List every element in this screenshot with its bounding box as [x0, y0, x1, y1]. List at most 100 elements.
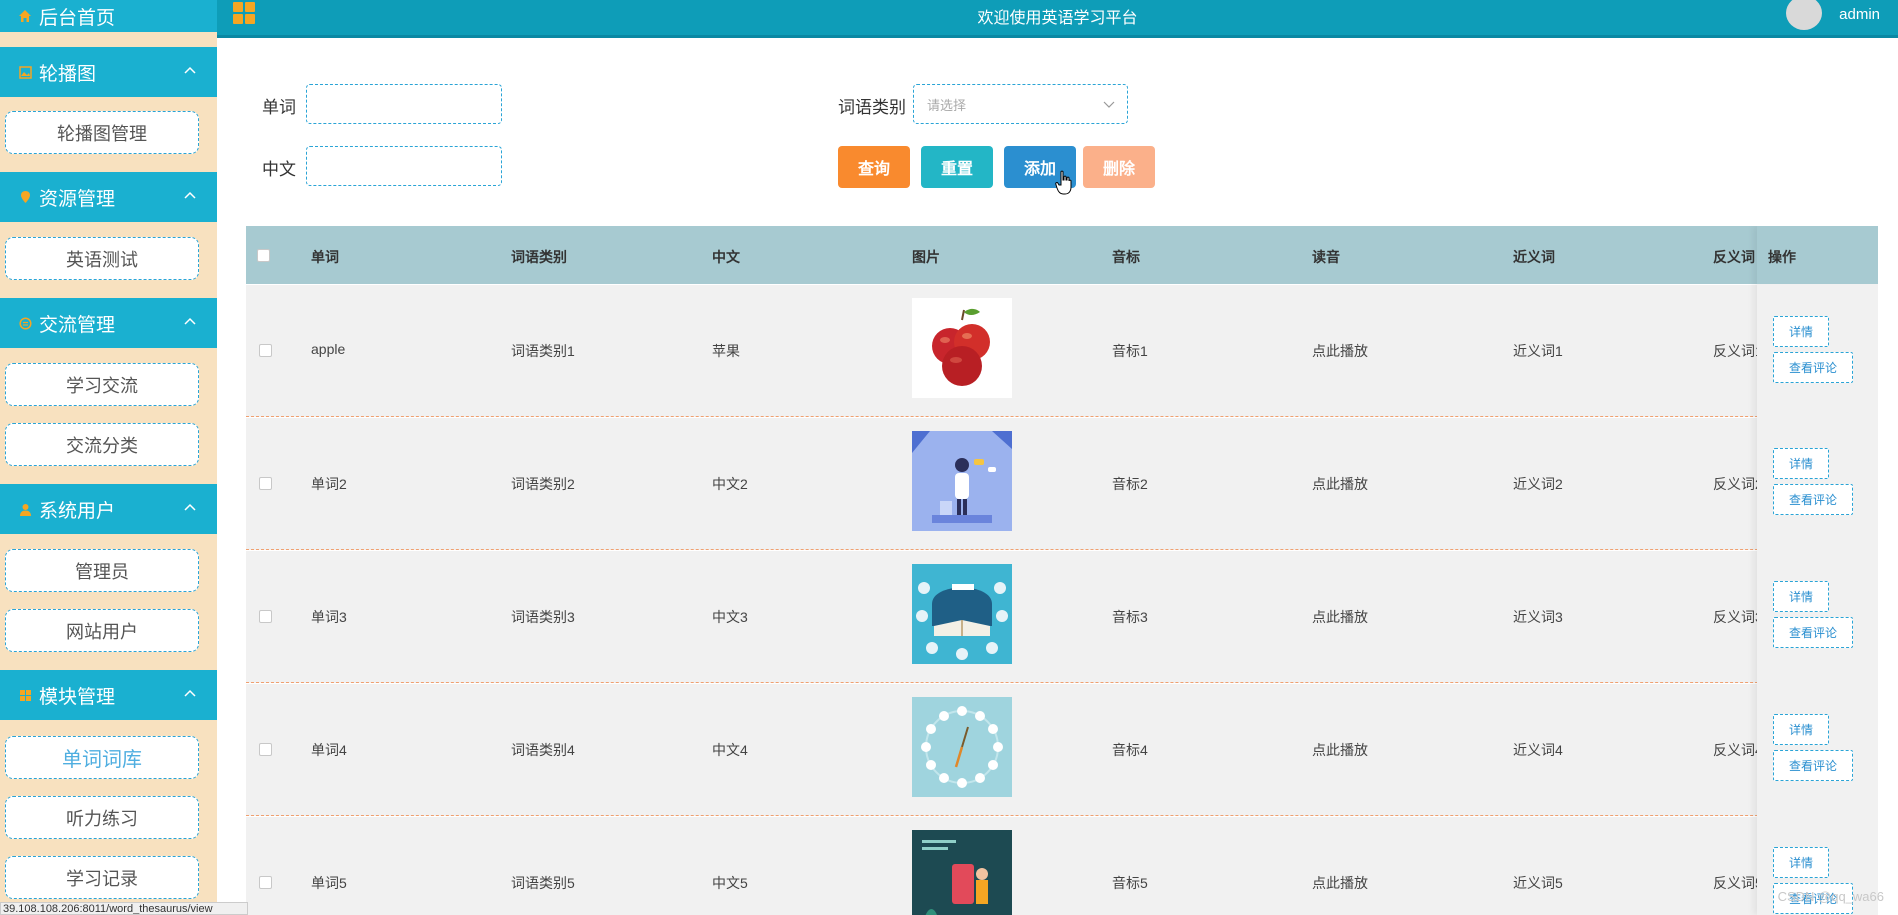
sidebar-item-word-library[interactable]: 单词词库	[5, 736, 199, 779]
sidebar-group-label: 轮播图	[39, 63, 97, 85]
cell-antonym: 反义词1	[1713, 343, 1763, 359]
cell-audio-link[interactable]: 点此播放	[1312, 740, 1368, 760]
sidebar-group-label: 系统用户	[39, 500, 116, 522]
col-synonym: 近义词	[1513, 249, 1555, 265]
category-select[interactable]: 请选择	[913, 84, 1128, 124]
sidebar-group-resources[interactable]: 资源管理	[0, 172, 217, 222]
cell-word: 单词2	[311, 476, 347, 492]
grid-icon	[18, 688, 32, 702]
cell-chinese: 中文5	[712, 875, 748, 891]
col-operations: 操作	[1768, 249, 1796, 265]
cell-chinese: 中文4	[712, 742, 748, 758]
browser-status-url: 39.108.108.206:8011/word_thesaurus/view	[0, 902, 248, 915]
cell-antonym: 反义词3	[1713, 609, 1763, 625]
word-label: 单词	[262, 98, 296, 117]
col-audio: 读音	[1312, 249, 1340, 265]
cell-chinese: 中文3	[712, 609, 748, 625]
cell-synonym: 近义词5	[1513, 875, 1563, 891]
select-all-checkbox[interactable]	[257, 249, 270, 262]
col-chinese: 中文	[712, 249, 740, 265]
sidebar-group-system-users[interactable]: 系统用户	[0, 484, 217, 534]
reset-button[interactable]: 重置	[921, 146, 993, 188]
sidebar-item-listening[interactable]: 听力练习	[5, 796, 199, 839]
delete-button[interactable]: 删除	[1083, 146, 1155, 188]
sidebar-group-communication[interactable]: 交流管理	[0, 298, 217, 348]
cell-word: 单词3	[311, 609, 347, 625]
col-antonym: 反义词	[1713, 249, 1755, 265]
cell-synonym: 近义词3	[1513, 609, 1563, 625]
col-word: 单词	[311, 249, 339, 265]
cell-audio-link[interactable]: 点此播放	[1312, 341, 1368, 361]
sidebar-item-carousel-manage[interactable]: 轮播图管理	[5, 111, 199, 154]
chevron-up-icon	[184, 689, 196, 697]
cell-antonym: 反义词2	[1713, 476, 1763, 492]
sidebar-item-study-exchange[interactable]: 学习交流	[5, 363, 199, 406]
cell-category: 词语类别3	[511, 609, 575, 625]
cell-category: 词语类别2	[511, 476, 575, 492]
view-comments-button[interactable]: 查看评论	[1773, 352, 1853, 383]
chinese-input[interactable]	[306, 146, 502, 186]
table-row: 单词2 词语类别2 中文2 音标2 点此播放 近义词2 反义词2	[246, 418, 1878, 550]
word-image-apple	[912, 298, 1012, 398]
cell-phonetic: 音标3	[1112, 609, 1148, 625]
top-bar: 欢迎使用英语学习平台 admin	[217, 0, 1898, 38]
word-input[interactable]	[306, 84, 502, 124]
sidebar-group-carousel[interactable]: 轮播图	[0, 47, 217, 97]
col-category: 词语类别	[511, 249, 567, 265]
watermark: CSDN @qq_wa66	[1777, 889, 1884, 904]
detail-button[interactable]: 详情	[1773, 847, 1829, 878]
cell-audio-link[interactable]: 点此播放	[1312, 607, 1368, 627]
view-comments-button[interactable]: 查看评论	[1773, 750, 1853, 781]
username[interactable]: admin	[1839, 6, 1880, 23]
sidebar-group-modules[interactable]: 模块管理	[0, 670, 217, 720]
cell-antonym: 反义词4	[1713, 742, 1763, 758]
cell-word: apple	[311, 341, 346, 357]
row-checkbox[interactable]	[259, 610, 272, 623]
row-checkbox[interactable]	[259, 344, 272, 357]
view-comments-button[interactable]: 查看评论	[1773, 484, 1853, 515]
table-row: apple 词语类别1 苹果 音标1 点此播放 近义词1 反义词1	[246, 285, 1878, 417]
category-placeholder: 请选择	[927, 97, 967, 113]
detail-button[interactable]: 详情	[1773, 316, 1829, 347]
detail-button[interactable]: 详情	[1773, 581, 1829, 612]
hand-cursor-icon	[1055, 170, 1072, 195]
cell-category: 词语类别1	[511, 343, 575, 359]
cell-chinese: 苹果	[712, 343, 740, 359]
sidebar: 后台首页 轮播图 轮播图管理 资源管理 英语测试 交流管理 学习交流 交流分类 …	[0, 0, 217, 915]
chat-icon	[18, 316, 32, 330]
sidebar-item-english-test[interactable]: 英语测试	[5, 237, 199, 280]
table-row: 单词5 词语类别5 中文5 音标5 点此播放 近义词5 反义词5	[246, 817, 1878, 915]
row-checkbox[interactable]	[259, 477, 272, 490]
cell-antonym: 反义词5	[1713, 875, 1763, 891]
col-image: 图片	[912, 249, 940, 265]
detail-button[interactable]: 详情	[1773, 714, 1829, 745]
sidebar-item-exchange-category[interactable]: 交流分类	[5, 423, 199, 466]
sidebar-item-study-records[interactable]: 学习记录	[5, 856, 199, 899]
chevron-down-icon	[1103, 101, 1115, 108]
chevron-up-icon	[184, 66, 196, 74]
row-checkbox[interactable]	[259, 743, 272, 756]
sidebar-group-label: 资源管理	[39, 188, 116, 210]
cell-audio-link[interactable]: 点此播放	[1312, 873, 1368, 893]
word-image-teacher	[912, 431, 1012, 531]
table-row: 单词3 词语类别3 中文3 音标3 点此播放 近义词3 反义词3	[246, 551, 1878, 683]
table-row: 单词4 词语类别4 中文4 音标4 点此播放 近义词4 反义词4	[246, 684, 1878, 816]
cell-synonym: 近义词4	[1513, 742, 1563, 758]
query-button[interactable]: 查询	[838, 146, 910, 188]
cell-phonetic: 音标4	[1112, 742, 1148, 758]
cell-audio-link[interactable]: 点此播放	[1312, 474, 1368, 494]
view-comments-button[interactable]: 查看评论	[1773, 617, 1853, 648]
home-icon	[18, 9, 32, 23]
cell-synonym: 近义词1	[1513, 343, 1563, 359]
cell-word: 单词4	[311, 742, 347, 758]
col-phonetic: 音标	[1112, 249, 1140, 265]
page-title: 欢迎使用英语学习平台	[977, 10, 1138, 27]
sidebar-home[interactable]: 后台首页	[0, 0, 217, 32]
cell-category: 词语类别4	[511, 742, 575, 758]
cell-phonetic: 音标1	[1112, 343, 1148, 359]
row-checkbox[interactable]	[259, 876, 272, 889]
sidebar-item-admin[interactable]: 管理员	[5, 549, 199, 592]
sidebar-home-label: 后台首页	[39, 7, 116, 29]
detail-button[interactable]: 详情	[1773, 448, 1829, 479]
sidebar-item-site-users[interactable]: 网站用户	[5, 609, 199, 652]
